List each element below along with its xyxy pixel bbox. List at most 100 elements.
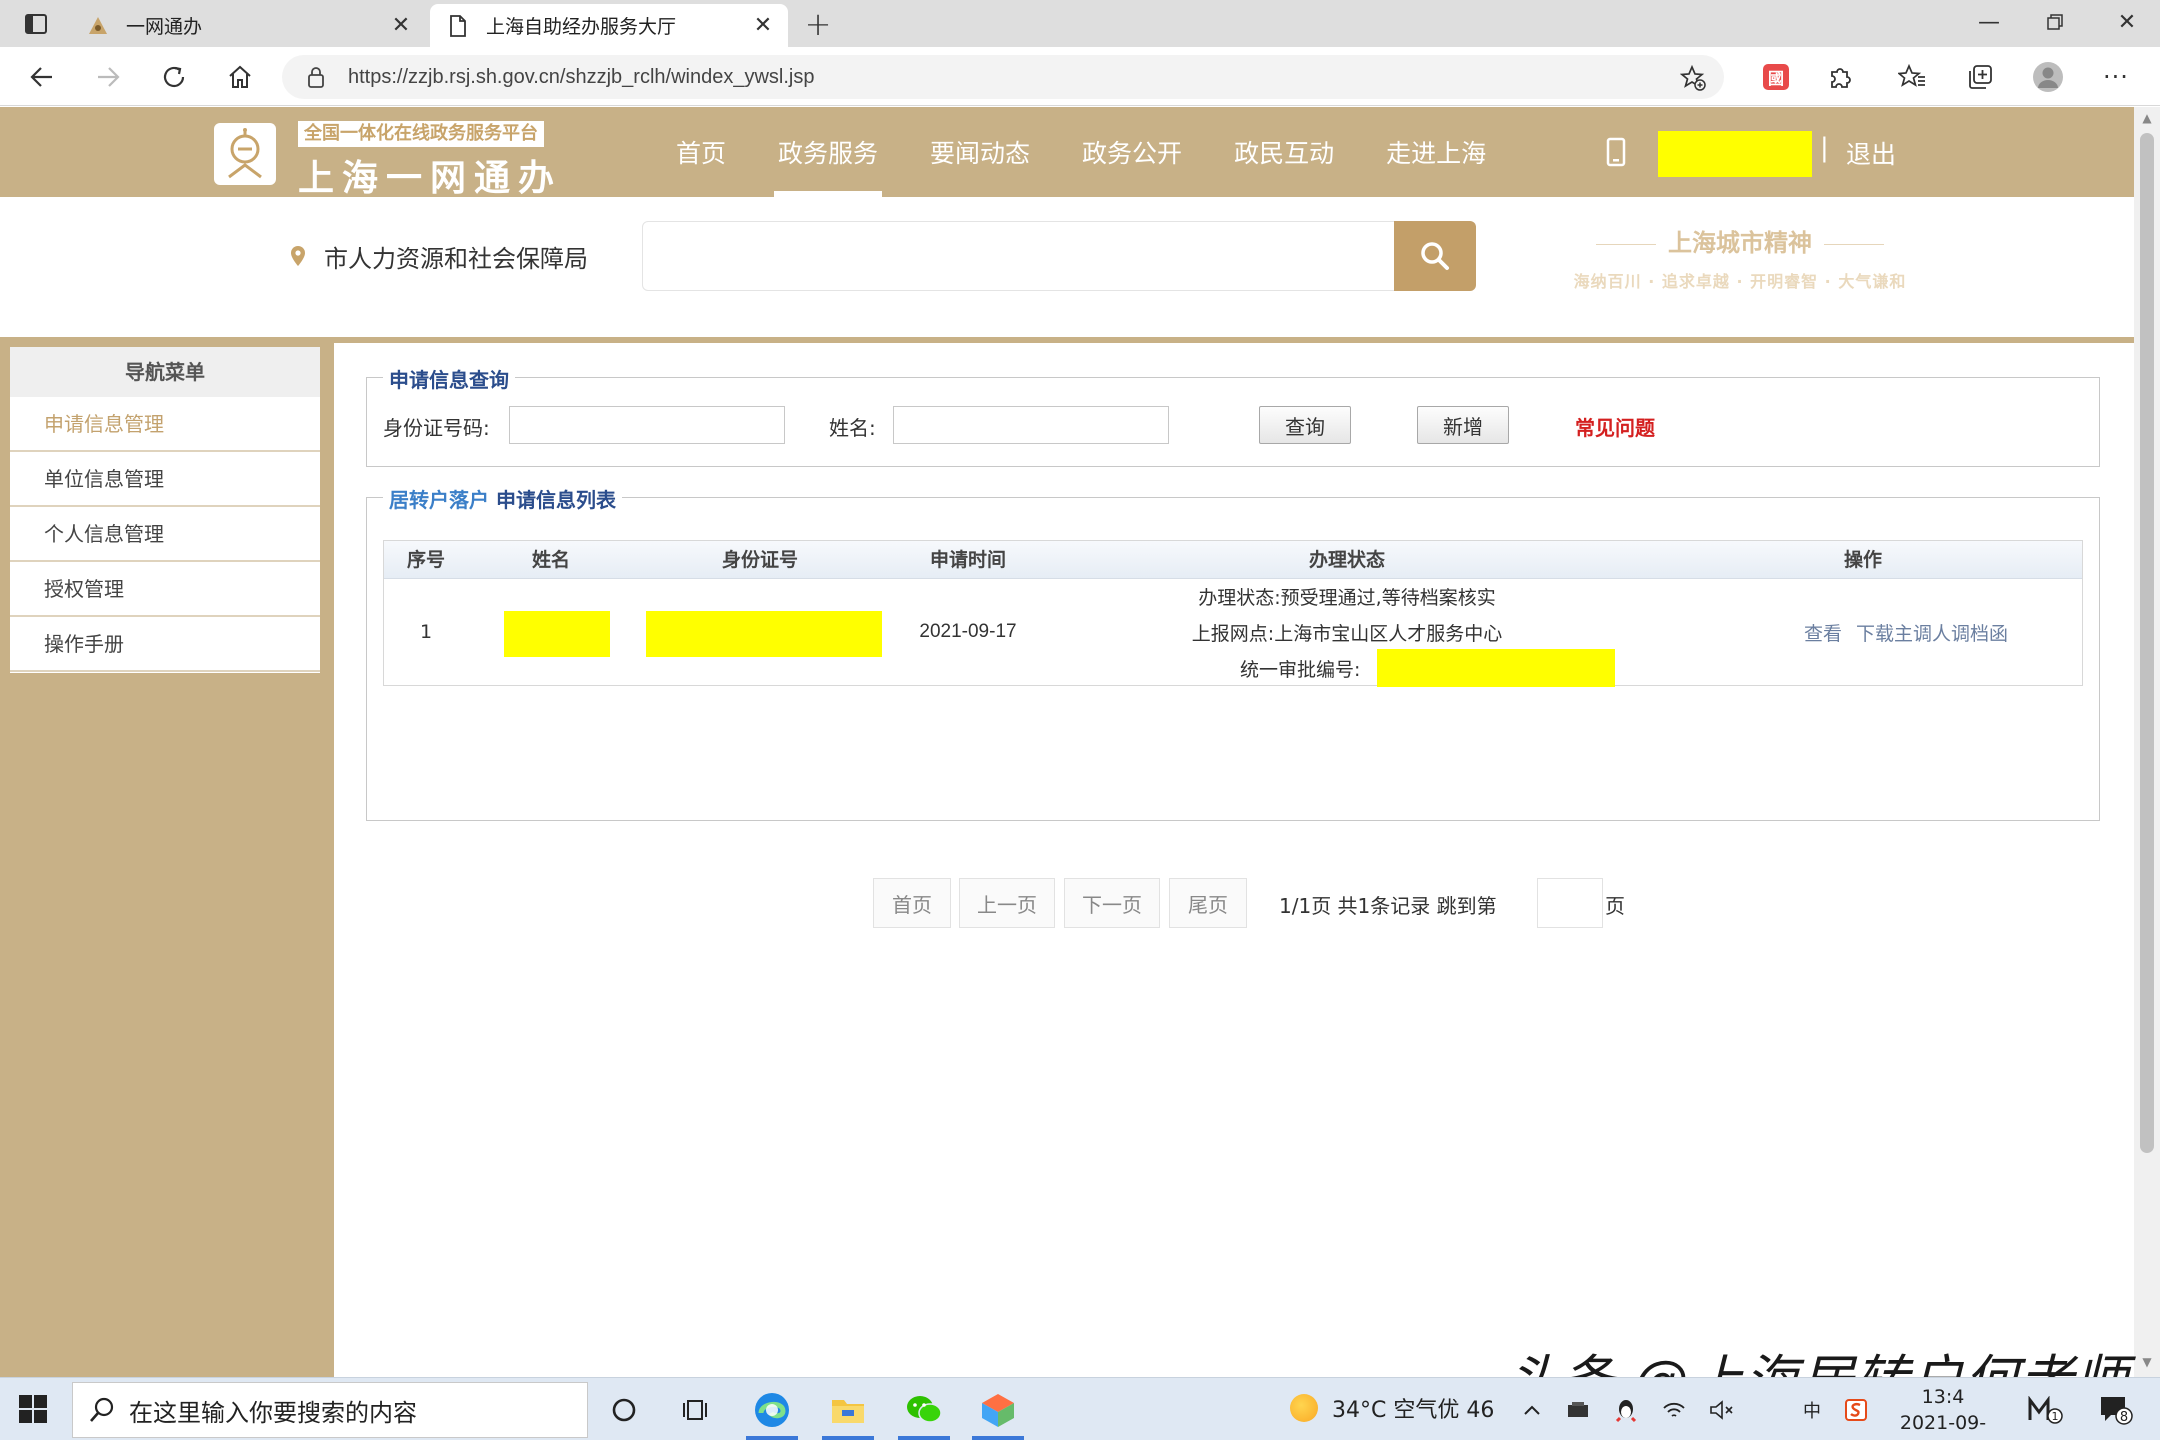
id-number-input[interactable] (509, 406, 785, 444)
scroll-up-icon[interactable]: ▲ (2134, 111, 2160, 131)
pager-first-button[interactable]: 首页 (873, 878, 951, 928)
taskbar-search-icon (89, 1397, 115, 1423)
tray-volume-muted-icon[interactable] (1706, 1394, 1738, 1426)
taskbar-search-box[interactable]: 在这里输入你要搜索的内容 (72, 1382, 588, 1438)
sidebar-item-personal-mgmt[interactable]: 个人信息管理 (10, 507, 320, 562)
forward-icon[interactable] (88, 57, 128, 97)
list-legend: 居转户落户 申请信息列表 (383, 484, 622, 513)
browser-tab-yiwangtongban[interactable]: 一网通办 ✕ (70, 4, 426, 47)
tray-wifi-icon[interactable] (1658, 1394, 1690, 1426)
tab-actions-icon[interactable] (18, 8, 54, 40)
sidebar-nav: 导航菜单 申请信息管理 单位信息管理 个人信息管理 授权管理 操作手册 (10, 347, 320, 673)
mobile-phone-icon[interactable] (1606, 137, 1626, 171)
vertical-scrollbar[interactable]: ▲ ▼ (2134, 107, 2160, 1377)
tray-chevron-up-icon[interactable] (1516, 1394, 1548, 1426)
weather-widget[interactable]: 34°C 空气优 46 (1290, 1392, 1494, 1424)
city-spirit-title: 上海城市精神 (1560, 223, 1920, 258)
new-tab-icon[interactable]: + (798, 4, 838, 44)
sidebar-item-unit-mgmt[interactable]: 单位信息管理 (10, 452, 320, 507)
browser-tab-zizhu[interactable]: 上海自助经办服务大厅 ✕ (430, 4, 788, 47)
site-logo[interactable]: 全国一体化在线政务服务平台 上海一网通办 (214, 119, 554, 199)
city-spirit-subtitle: 海纳百川 · 追求卓越 · 开明睿智 · 大气谦和 (1573, 272, 1907, 291)
table-row: 1 2021-09-17 办理状态:预受理通过,等待档案核实 上报网点:上海市宝… (384, 579, 2082, 687)
wechat-icon[interactable] (894, 1384, 954, 1440)
browser-address-bar: https://zzjb.rsj.sh.gov.cn/shzzjb_rclh/w… (0, 47, 2160, 106)
add-favorite-icon[interactable] (1679, 64, 1706, 95)
edge-browser-icon[interactable] (742, 1384, 802, 1440)
taskbar-clock[interactable]: 13:4 2021-09-22 (1888, 1384, 1998, 1440)
download-letter-link[interactable]: 下载主调人调档函 (1856, 623, 2008, 645)
favorites-icon[interactable] (1892, 57, 1932, 97)
sidebar-item-application-mgmt[interactable]: 申请信息管理 (10, 397, 320, 452)
username-redacted[interactable] (1658, 131, 1812, 177)
nav-home[interactable]: 首页 (650, 107, 752, 197)
weather-text: 34°C 空气优 46 (1332, 1398, 1495, 1423)
tab-close-icon[interactable]: ✕ (748, 13, 778, 38)
nav-gov-services[interactable]: 政务服务 (752, 107, 904, 197)
tab-close-icon[interactable]: ✕ (386, 13, 416, 38)
windows-taskbar: 在这里输入你要搜索的内容 34°C 空气优 46 中 13:4 2021-09-… (0, 1377, 2160, 1440)
collections-icon[interactable] (1960, 57, 2000, 97)
more-menu-icon[interactable]: ··· (2096, 57, 2136, 97)
logout-link[interactable]: 退出 (1846, 135, 1896, 171)
nav-news[interactable]: 要闻动态 (904, 107, 1056, 197)
profile-avatar-icon[interactable] (2028, 57, 2068, 97)
main-content: 申请信息查询 身份证号码: 姓名: 查询 新增 常见问题 居转户落户 申请信息列… (334, 343, 2134, 1377)
row-operations: 查看 下载主调人调档函 (1804, 619, 2022, 646)
ime-indicator[interactable]: 中 (1796, 1394, 1828, 1426)
pager-next-button[interactable]: 下一页 (1064, 878, 1160, 928)
pager-suffix: 页 (1605, 894, 1625, 918)
col-name: 姓名 (531, 549, 570, 571)
name-label: 姓名: (829, 416, 876, 440)
scroll-down-icon[interactable]: ▼ (2134, 1355, 2160, 1375)
logo-subtitle: 全国一体化在线政务服务平台 (298, 121, 544, 147)
minimize-icon[interactable]: — (1956, 0, 2022, 44)
site-search-input[interactable] (642, 221, 1398, 291)
sidebar-item-authorization[interactable]: 授权管理 (10, 562, 320, 617)
extension-red-icon[interactable]: 國 (1756, 57, 1796, 97)
table-header: 序号 姓名 身份证号 申请时间 办理状态 操作 (384, 541, 2082, 579)
refresh-icon[interactable] (154, 57, 194, 97)
notification-count: 8 (2120, 1410, 2128, 1425)
query-button[interactable]: 查询 (1259, 406, 1351, 444)
file-explorer-icon[interactable] (818, 1384, 878, 1440)
site-search-button[interactable] (1394, 221, 1476, 291)
scroll-thumb[interactable] (2140, 133, 2154, 1153)
yiwangtongban-favicon-icon (86, 14, 110, 38)
pager-info: 1/1页 共1条记录 跳到第 (1279, 894, 1497, 918)
faq-link[interactable]: 常见问题 (1575, 412, 1655, 441)
cortana-icon[interactable] (594, 1384, 654, 1436)
notification-center-icon[interactable]: 8 (2096, 1394, 2136, 1426)
back-icon[interactable] (22, 57, 62, 97)
pager-prev-button[interactable]: 上一页 (959, 878, 1055, 928)
sidebar-title: 导航菜单 (10, 347, 320, 397)
view-link[interactable]: 查看 (1804, 623, 1842, 645)
nav-about-shanghai[interactable]: 走进上海 (1360, 107, 1512, 197)
col-status: 办理状态 (1308, 549, 1385, 571)
tray-device-icon[interactable] (1562, 1394, 1594, 1426)
col-ops: 操作 (1843, 549, 1882, 571)
lock-icon[interactable] (304, 66, 328, 88)
search-icon (1421, 242, 1449, 270)
mail-icon[interactable]: 1 (2026, 1394, 2066, 1426)
add-button[interactable]: 新增 (1417, 406, 1509, 444)
tray-qq-icon[interactable] (1610, 1394, 1642, 1426)
url-field[interactable]: https://zzjb.rsj.sh.gov.cn/shzzjb_rclh/w… (282, 55, 1724, 99)
department-location[interactable]: 市人力资源和社会保障局 (324, 239, 588, 274)
restore-icon[interactable] (2022, 0, 2088, 44)
home-icon[interactable] (220, 57, 260, 97)
extensions-puzzle-icon[interactable] (1820, 57, 1860, 97)
nav-gov-disclosure[interactable]: 政务公开 (1056, 107, 1208, 197)
tray-app-s-icon[interactable] (1840, 1394, 1872, 1426)
pager-jump-input[interactable] (1537, 878, 1603, 928)
pager-last-button[interactable]: 尾页 (1169, 878, 1247, 928)
sidebar-item-manual[interactable]: 操作手册 (10, 617, 320, 672)
task-view-icon[interactable] (666, 1384, 726, 1436)
name-input[interactable] (893, 406, 1169, 444)
app-cube-icon[interactable] (968, 1384, 1028, 1440)
col-date: 申请时间 (929, 549, 1006, 571)
query-legend: 申请信息查询 (383, 364, 515, 393)
nav-interaction[interactable]: 政民互动 (1208, 107, 1360, 197)
windows-start-icon[interactable] (18, 1394, 48, 1428)
close-window-icon[interactable]: ✕ (2094, 0, 2160, 44)
